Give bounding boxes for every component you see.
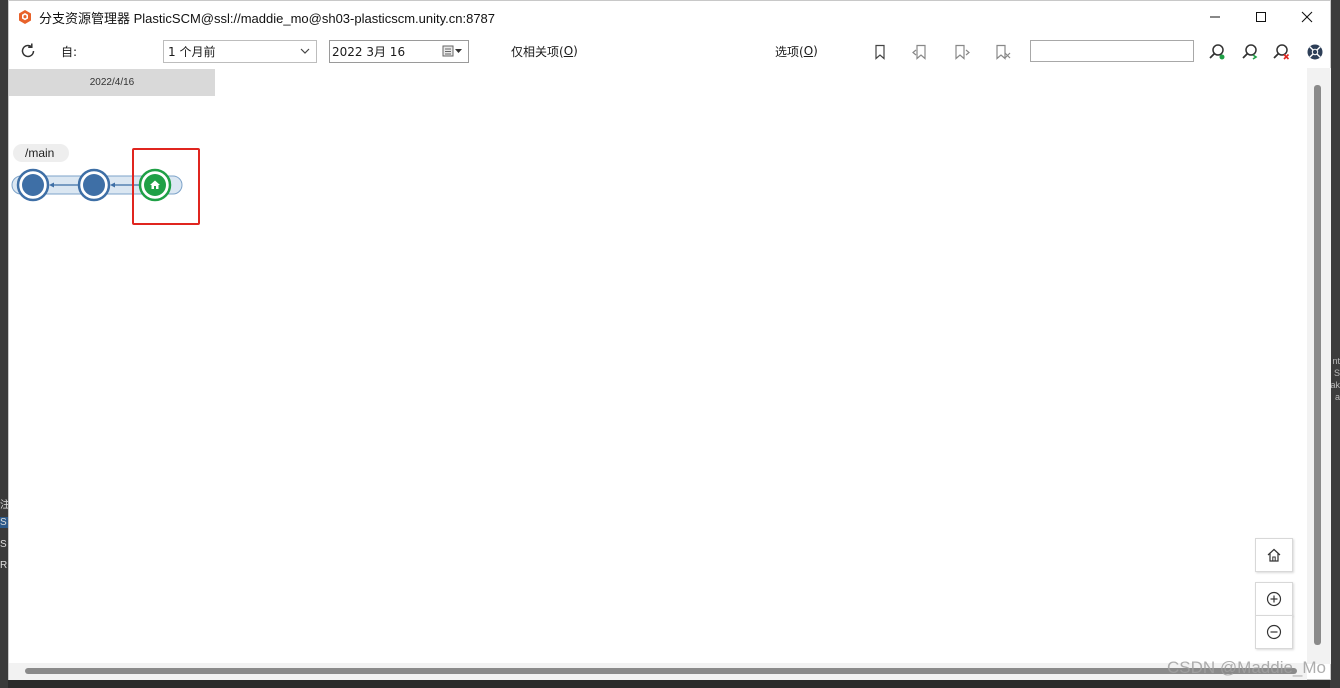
bookmark-clear-button[interactable] [992, 41, 1014, 63]
bookmark-forward-button[interactable] [951, 41, 973, 63]
background-text: S [0, 517, 8, 528]
window-title: 分支资源管理器 PlasticSCM@ssl://maddie_mo@sh03-… [39, 10, 496, 26]
vertical-scrollbar[interactable] [1307, 68, 1331, 664]
period-select[interactable]: 1 个月前 [163, 40, 317, 63]
date-value: 2022 3月 16 [332, 45, 406, 59]
background-text: ak [1330, 380, 1340, 390]
help-icon [1307, 44, 1323, 60]
search-clear-button[interactable] [1270, 41, 1292, 63]
bookmark-clear-icon [996, 44, 1011, 60]
home-icon [1267, 548, 1281, 562]
close-button[interactable] [1284, 1, 1330, 33]
branch-explorer-canvas[interactable]: 2022/4/16 /main [9, 68, 1307, 663]
options-button[interactable]: 选项(O) [775, 35, 818, 67]
changeset-node[interactable] [16, 168, 50, 202]
vertical-scroll-thumb[interactable] [1314, 85, 1321, 645]
background-text: S [1333, 368, 1340, 378]
horizontal-scrollbar[interactable] [9, 663, 1307, 680]
only-related-label-end: ) [573, 44, 578, 58]
background-text: R [0, 560, 8, 571]
zoom-in-icon [1266, 591, 1282, 607]
branch-explorer-window: 分支资源管理器 PlasticSCM@ssl://maddie_mo@sh03-… [8, 0, 1331, 680]
background-text: S [0, 539, 7, 550]
minimize-button[interactable] [1192, 1, 1238, 33]
help-button[interactable] [1304, 41, 1326, 63]
search-next-icon [1242, 44, 1258, 60]
background-text: nt [1332, 356, 1340, 366]
go-home-button[interactable] [1255, 538, 1293, 572]
background-app-right [1330, 0, 1340, 688]
chevron-down-icon [300, 48, 310, 54]
from-label: 自: [61, 44, 78, 59]
only-related-shortcut: O [563, 44, 574, 58]
only-related-label: 仅相关项( [511, 44, 564, 59]
branch-label[interactable]: /main [13, 144, 69, 162]
options-shortcut: O [803, 44, 814, 58]
search-clear-icon [1273, 44, 1290, 60]
zoom-in-button[interactable] [1255, 582, 1293, 616]
date-picker[interactable]: 2022 3月 16 [329, 40, 469, 63]
zoom-out-button[interactable] [1255, 615, 1293, 649]
title-bar[interactable]: 分支资源管理器 PlasticSCM@ssl://maddie_mo@sh03-… [9, 1, 1330, 33]
only-related-button[interactable]: 仅相关项(O) [511, 35, 578, 67]
changeset-node[interactable] [77, 168, 111, 202]
search-icon [1209, 44, 1225, 60]
bookmark-back-icon [912, 44, 926, 60]
date-picker-dropdown[interactable] [442, 44, 464, 58]
options-label-end: ) [813, 44, 818, 58]
zoom-out-icon [1266, 624, 1282, 640]
calendar-icon [442, 45, 462, 57]
plastic-scm-logo-icon [19, 10, 31, 24]
close-icon [1301, 11, 1313, 23]
minimize-icon [1210, 16, 1220, 18]
maximize-icon [1256, 12, 1266, 22]
refresh-button[interactable] [19, 35, 41, 67]
horizontal-scroll-thumb[interactable] [25, 668, 1297, 674]
search-button[interactable] [1206, 41, 1228, 63]
maximize-button[interactable] [1238, 1, 1284, 33]
watermark: CSDN @Maddie_Mo [1167, 658, 1326, 677]
bookmark-forward-icon [955, 44, 970, 60]
background-text: a [1334, 392, 1340, 402]
toolbar: 自: 1 个月前 2022 3月 16 仅相关项(O) 选项(O) [9, 35, 1330, 67]
search-next-button[interactable] [1239, 41, 1261, 63]
bookmark-icon [875, 44, 885, 60]
options-label: 选项( [775, 44, 804, 59]
background-app-left [0, 0, 8, 688]
refresh-icon [21, 43, 35, 58]
highlight-annotation [132, 148, 200, 225]
period-value: 1 个月前 [168, 45, 216, 59]
bookmark-button[interactable] [869, 41, 891, 63]
date-column-header: 2022/4/16 [9, 69, 215, 96]
search-input[interactable] [1030, 40, 1194, 62]
bookmark-back-button[interactable] [909, 41, 931, 63]
